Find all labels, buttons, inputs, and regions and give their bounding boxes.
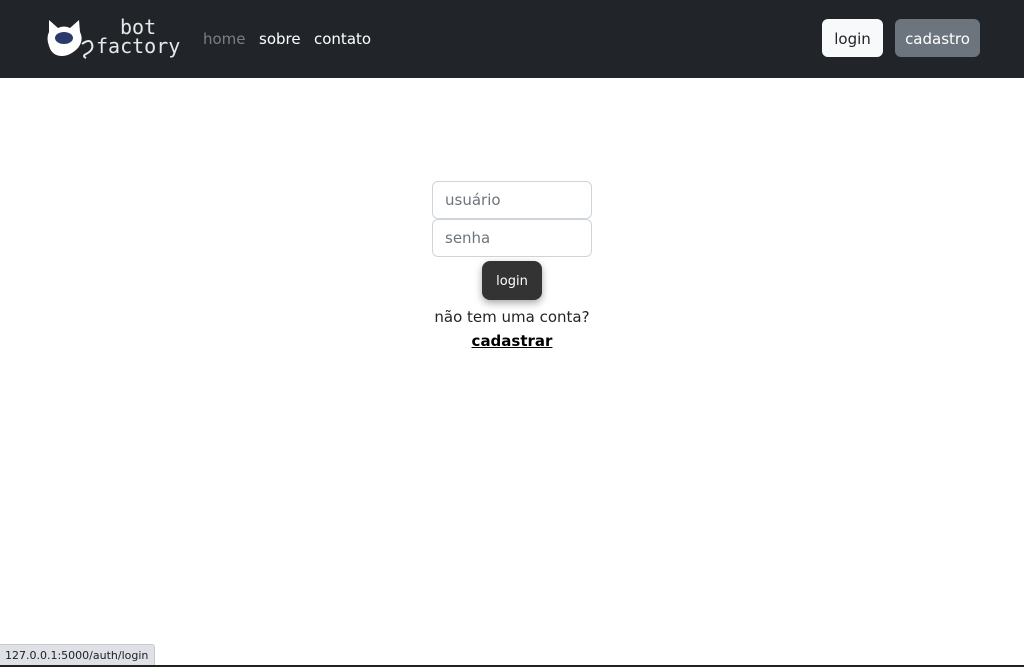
logo-text-factory: factory (96, 34, 181, 58)
nav-link-sobre[interactable]: sobre (259, 29, 301, 49)
navbar-login-button[interactable]: login (822, 19, 883, 57)
no-account-text: não tem uma conta? (434, 308, 590, 326)
register-link[interactable]: cadastrar (432, 331, 592, 351)
top-navbar: bot factory home sobre contato login cad… (0, 0, 1024, 78)
status-bar-url: 127.0.0.1:5000/auth/login (0, 644, 156, 666)
nav-link-contato[interactable]: contato (314, 29, 371, 49)
password-input[interactable] (432, 219, 592, 257)
cat-head-icon (47, 20, 94, 59)
login-submit-button[interactable]: login (482, 261, 542, 300)
brand-logo[interactable]: bot factory (46, 16, 186, 60)
navbar-signup-button[interactable]: cadastro (895, 19, 980, 57)
username-input[interactable] (432, 181, 592, 219)
nav-link-home[interactable]: home (203, 29, 246, 49)
